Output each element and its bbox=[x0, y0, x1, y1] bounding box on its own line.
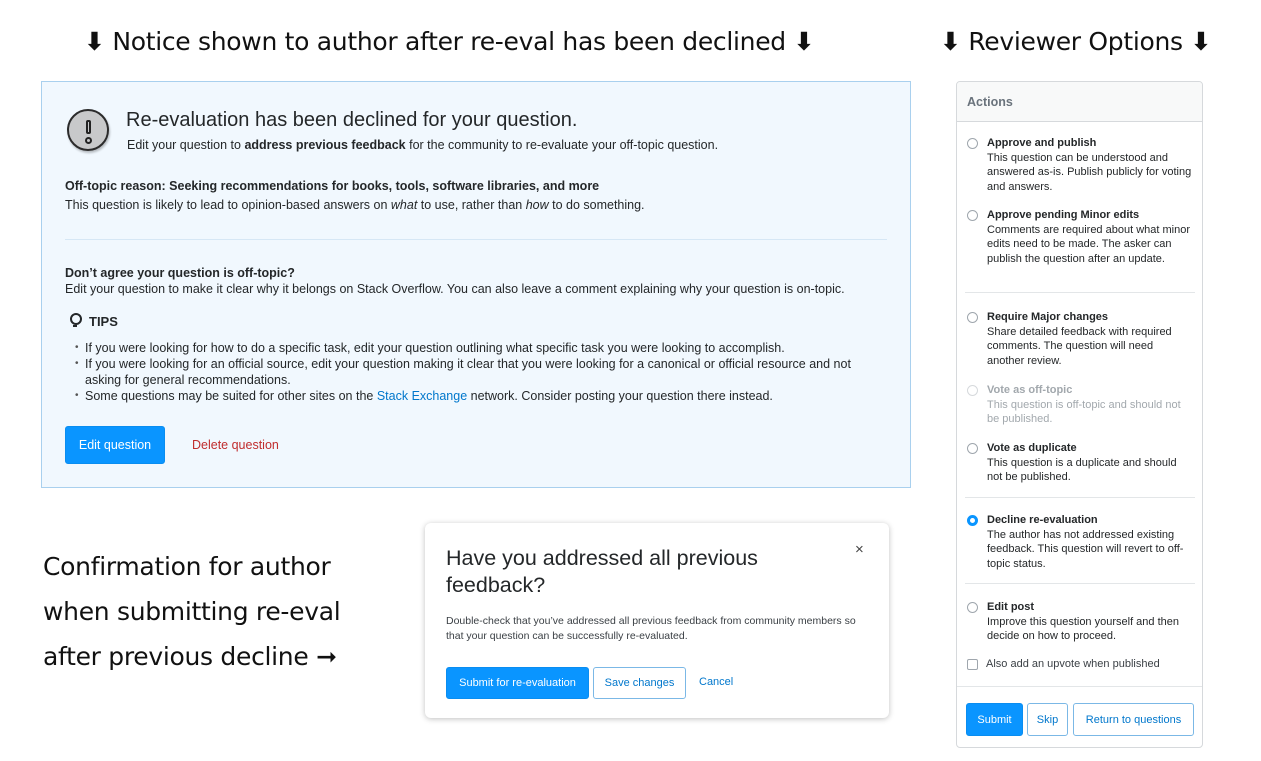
option-desc: This question is a duplicate and should … bbox=[987, 456, 1177, 484]
notice-subtitle-bold: address previous feedback bbox=[244, 138, 406, 152]
actions-header: Actions bbox=[957, 82, 1202, 122]
off-topic-reason-title: Off-topic reason: Seeking recommendation… bbox=[65, 179, 600, 193]
option-desc: This question can be understood and answ… bbox=[987, 151, 1192, 193]
declined-notice: Re-evaluation has been declined for your… bbox=[41, 81, 911, 488]
option-vote-off-topic: Vote as off-topic This question is off-to… bbox=[967, 383, 1192, 427]
option-title: Edit post bbox=[987, 601, 1035, 613]
reason-text: to use, rather than bbox=[417, 198, 526, 212]
reviewer-actions-panel: Actions Approve and publish This question… bbox=[956, 81, 1203, 748]
option-title: Decline re-evaluation bbox=[987, 514, 1098, 526]
notice-subtitle-prefix: Edit your question to bbox=[127, 138, 245, 152]
divider bbox=[965, 292, 1195, 293]
arrow-right-icon: ➞ bbox=[316, 642, 337, 671]
radio-button[interactable] bbox=[967, 602, 978, 613]
option-title: Vote as off-topic bbox=[987, 384, 1073, 396]
upvote-checkbox-label: Also add an upvote when published bbox=[986, 658, 1160, 670]
notice-subtitle: Edit your question to address previous f… bbox=[127, 138, 718, 152]
tip-item: Some questions may be suited for other s… bbox=[75, 388, 885, 404]
delete-question-link[interactable]: Delete question bbox=[192, 438, 279, 452]
return-to-questions-button[interactable]: Return to questions bbox=[1073, 703, 1194, 736]
option-vote-duplicate[interactable]: Vote as duplicate This question is a dupl… bbox=[967, 441, 1192, 485]
tip-text: network. Consider posting your question … bbox=[467, 389, 773, 403]
option-edit-post[interactable]: Edit post Improve this question yourself … bbox=[967, 600, 1192, 644]
option-desc: Improve this question yourself and then … bbox=[987, 615, 1180, 643]
notice-subtitle-suffix: for the community to re-evaluate your of… bbox=[405, 138, 719, 152]
caption-reviewer-text: Reviewer Options bbox=[968, 27, 1183, 56]
divider bbox=[965, 583, 1195, 584]
option-approve-minor-edits[interactable]: Approve pending Minor edits Comments are … bbox=[967, 208, 1192, 266]
radio-button[interactable] bbox=[967, 443, 978, 454]
caption-confirm: Confirmation for author when submitting … bbox=[43, 544, 383, 679]
lightbulb-icon bbox=[69, 313, 82, 329]
modal-body: Double-check that you’ve addressed all p… bbox=[446, 615, 856, 642]
radio-button-selected[interactable] bbox=[967, 515, 978, 526]
exclamation-circle-icon bbox=[67, 109, 109, 151]
arrow-down-icon: ⬇ bbox=[1190, 27, 1212, 56]
reason-text: This question is likely to lead to opini… bbox=[65, 198, 391, 212]
reason-text: to do something. bbox=[548, 198, 645, 212]
tips-label: TIPS bbox=[89, 313, 118, 329]
save-changes-button[interactable]: Save changes bbox=[593, 667, 686, 699]
submit-button[interactable]: Submit bbox=[966, 703, 1023, 736]
caption-notice-text: Notice shown to author after re-eval has… bbox=[112, 27, 786, 56]
reason-how: how bbox=[525, 198, 549, 212]
option-title: Approve and publish bbox=[987, 137, 1097, 149]
option-desc: Share detailed feedback with required co… bbox=[987, 325, 1172, 367]
option-decline-reevaluation[interactable]: Decline re-evaluation The author has not … bbox=[967, 513, 1192, 571]
reason-what: what bbox=[390, 198, 418, 212]
arrow-down-icon: ⬇ bbox=[940, 27, 961, 56]
caption-confirm-text: Confirmation for author when submitting … bbox=[43, 552, 341, 671]
radio-button[interactable] bbox=[967, 210, 978, 221]
disagree-body: Edit your question to make it clear why … bbox=[65, 282, 845, 296]
tip-item: If you were looking for how to do a spec… bbox=[75, 340, 885, 356]
upvote-checkbox-row[interactable]: Also add an upvote when published bbox=[967, 658, 1160, 670]
option-title: Vote as duplicate bbox=[987, 442, 1077, 454]
radio-button[interactable] bbox=[967, 312, 978, 323]
confirmation-modal: Have you addressed all previous feedback… bbox=[425, 523, 889, 718]
caption-reviewer: ⬇ Reviewer Options ⬇ bbox=[940, 27, 1211, 56]
option-title: Require Major changes bbox=[987, 311, 1109, 323]
tips-heading: TIPS bbox=[69, 313, 118, 329]
caption-notice: ⬇ Notice shown to author after re-eval h… bbox=[84, 27, 814, 56]
edit-question-button[interactable]: Edit question bbox=[65, 426, 165, 464]
upvote-checkbox[interactable] bbox=[967, 658, 978, 670]
arrow-down-icon: ⬇ bbox=[793, 27, 815, 56]
tips-list: If you were looking for how to do a spec… bbox=[75, 340, 885, 404]
option-desc: This question is off-topic and should no… bbox=[987, 398, 1181, 426]
option-require-major-changes[interactable]: Require Major changes Share detailed feed… bbox=[967, 310, 1192, 368]
off-topic-reason-body: This question is likely to lead to opini… bbox=[65, 198, 645, 212]
actions-footer: Submit Skip Return to questions bbox=[957, 686, 1202, 747]
option-desc: The author has not addressed existing fe… bbox=[987, 528, 1184, 570]
radio-button bbox=[967, 385, 978, 396]
option-title: Approve pending Minor edits bbox=[987, 209, 1140, 221]
skip-button[interactable]: Skip bbox=[1027, 703, 1068, 736]
submit-for-reevaluation-button[interactable]: Submit for re-evaluation bbox=[446, 667, 589, 699]
radio-button[interactable] bbox=[967, 138, 978, 149]
close-icon[interactable]: × bbox=[855, 541, 864, 558]
exclamation-dot bbox=[85, 137, 92, 144]
option-approve-publish[interactable]: Approve and publish This question can be … bbox=[967, 136, 1192, 194]
tip-item: If you were looking for an official sour… bbox=[75, 356, 885, 388]
tip-text: Some questions may be suited for other s… bbox=[85, 389, 377, 403]
stack-exchange-link[interactable]: Stack Exchange bbox=[377, 389, 467, 403]
divider bbox=[965, 497, 1195, 498]
arrow-down-icon: ⬇ bbox=[84, 27, 105, 56]
disagree-title: Don’t agree your question is off-topic? bbox=[65, 266, 295, 280]
exclamation-bar bbox=[86, 120, 91, 134]
notice-title: Re-evaluation has been declined for your… bbox=[126, 109, 578, 131]
cancel-link[interactable]: Cancel bbox=[699, 676, 733, 688]
modal-title: Have you addressed all previous feedback… bbox=[446, 546, 758, 597]
option-desc: Comments are required about what minor e… bbox=[987, 223, 1190, 265]
divider bbox=[65, 239, 887, 240]
